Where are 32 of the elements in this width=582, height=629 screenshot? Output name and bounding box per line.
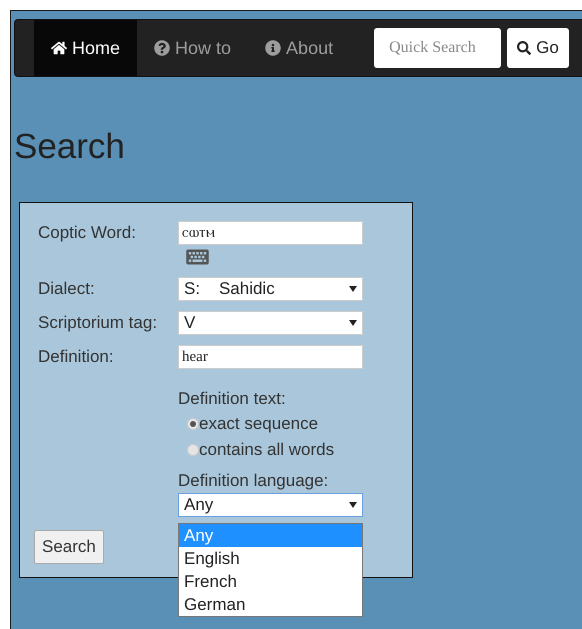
page-title: Search xyxy=(14,129,125,164)
section-label: Definition language: xyxy=(178,470,328,492)
text-field[interactable]: ⲥⲱⲧⲙ xyxy=(178,221,363,245)
go-button[interactable]: Go xyxy=(507,28,569,68)
quick-search-field[interactable]: Quick Search xyxy=(374,28,502,68)
dropdown-option[interactable]: French xyxy=(179,570,362,593)
question-icon xyxy=(154,40,170,56)
dropdown-option[interactable]: English xyxy=(179,547,362,570)
section-label: Definition text: xyxy=(178,388,286,410)
text-field[interactable]: hear xyxy=(178,345,363,369)
search-icon xyxy=(517,41,532,55)
home-icon xyxy=(51,40,67,56)
field-label: Dialect: xyxy=(38,278,96,300)
dropdown[interactable]: Any xyxy=(178,493,363,517)
dropdown-option[interactable]: German xyxy=(179,593,362,616)
radio-label: exact sequence xyxy=(199,413,318,435)
radio-button[interactable] xyxy=(187,418,199,430)
caret-icon xyxy=(349,502,357,508)
nav-link[interactable]: About xyxy=(248,20,350,76)
search-button[interactable]: Search xyxy=(34,530,104,564)
nav-link[interactable]: Home xyxy=(34,20,138,76)
radio-button[interactable] xyxy=(187,444,199,456)
caret-icon xyxy=(349,320,357,326)
field-label: Coptic Word: xyxy=(38,222,137,244)
caret-icon xyxy=(349,286,357,292)
radio-label: contains all words xyxy=(199,439,334,461)
info-icon xyxy=(265,40,282,56)
dropdown[interactable]: S: Sahidic xyxy=(178,277,363,301)
field-label: Definition: xyxy=(38,346,115,368)
dropdown[interactable]: V xyxy=(178,311,363,335)
field-label: Scriptorium tag: xyxy=(38,312,158,334)
nav-link[interactable]: How to xyxy=(137,20,248,76)
